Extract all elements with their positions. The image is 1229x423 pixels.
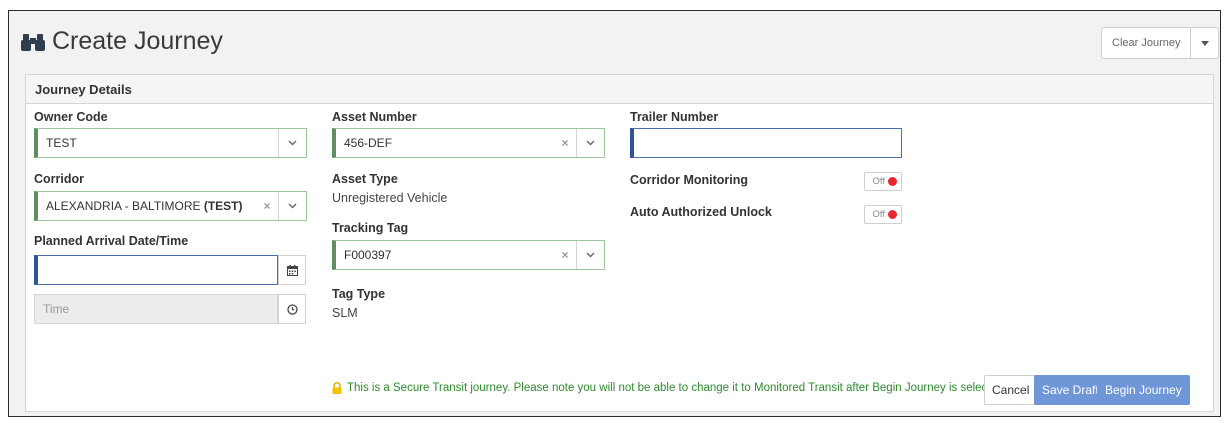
- tracking-tag-dropdown-toggle[interactable]: [576, 241, 604, 269]
- corridor-monitoring-state: Off: [872, 176, 886, 187]
- save-draft-button[interactable]: Save Draft: [1034, 375, 1107, 405]
- tracking-tag-select[interactable]: F000397 ×: [332, 240, 605, 270]
- corridor-label: Corridor: [34, 172, 84, 186]
- trailer-number-input[interactable]: [630, 128, 902, 158]
- clear-journey-group: Clear Journey: [1101, 27, 1220, 59]
- clear-journey-dropdown-toggle[interactable]: [1191, 27, 1220, 59]
- time-button[interactable]: [278, 294, 306, 324]
- owner-code-value: TEST: [46, 136, 77, 150]
- trailer-number-label: Trailer Number: [630, 110, 719, 124]
- page-title-text: Create Journey: [52, 27, 223, 55]
- calendar-icon: [286, 264, 298, 276]
- corridor-monitoring-label: Corridor Monitoring: [630, 173, 749, 187]
- asset-number-select[interactable]: 456-DEF ×: [332, 128, 605, 158]
- cancel-button[interactable]: Cancel: [984, 375, 1038, 405]
- asset-number-dropdown-toggle[interactable]: [576, 129, 604, 157]
- tag-type-label: Tag Type: [332, 287, 386, 301]
- lock-icon: [332, 382, 342, 394]
- chevron-down-icon: [288, 140, 297, 146]
- binoculars-icon: [20, 32, 46, 52]
- corridor-value: ALEXANDRIA - BALTIMORE (TEST): [46, 199, 243, 213]
- caret-down-icon: [1200, 40, 1209, 46]
- chevron-down-icon: [586, 252, 595, 258]
- auto-unlock-state: Off: [872, 209, 886, 220]
- planned-arrival-time-input[interactable]: Time: [34, 294, 278, 324]
- panel-title: Journey Details: [26, 75, 1213, 104]
- calendar-button[interactable]: [278, 255, 306, 285]
- clear-journey-button[interactable]: Clear Journey: [1101, 27, 1192, 59]
- asset-number-value: 456-DEF: [344, 136, 393, 150]
- page-title: Create Journey: [20, 27, 223, 56]
- secure-transit-notice: This is a Secure Transit journey. Please…: [331, 382, 1006, 394]
- tag-type-value: SLM: [332, 306, 358, 320]
- begin-journey-button[interactable]: Begin Journey: [1097, 375, 1190, 405]
- asset-type-value: Unregistered Vehicle: [332, 191, 448, 205]
- planned-arrival-label: Planned Arrival Date/Time: [34, 234, 189, 248]
- tracking-tag-value: F000397: [344, 248, 392, 262]
- auto-unlock-label: Auto Authorized Unlock: [630, 205, 772, 219]
- chevron-down-icon: [586, 140, 595, 146]
- owner-code-dropdown-toggle[interactable]: [278, 129, 306, 157]
- journey-details-panel: Journey Details Owner Code TEST Corridor…: [25, 74, 1214, 412]
- corridor-dropdown-toggle[interactable]: [278, 192, 306, 220]
- corridor-select[interactable]: ALEXANDRIA - BALTIMORE (TEST) ×: [34, 191, 307, 221]
- asset-number-label: Asset Number: [332, 110, 417, 124]
- owner-code-label: Owner Code: [34, 110, 108, 124]
- corridor-monitoring-toggle[interactable]: Off: [864, 172, 902, 191]
- asset-number-clear-icon[interactable]: ×: [554, 136, 576, 150]
- owner-code-select[interactable]: TEST: [34, 128, 307, 158]
- tracking-tag-clear-icon[interactable]: ×: [554, 248, 576, 262]
- tracking-tag-label: Tracking Tag: [332, 221, 409, 235]
- secure-transit-notice-text: This is a Secure Transit journey. Please…: [347, 382, 1007, 394]
- asset-type-label: Asset Type: [332, 172, 398, 186]
- auto-unlock-toggle[interactable]: Off: [864, 205, 902, 224]
- clock-icon: [286, 303, 298, 315]
- toggle-off-dot-icon: [888, 177, 897, 186]
- planned-arrival-date-input[interactable]: [34, 255, 278, 285]
- chevron-down-icon: [288, 203, 297, 209]
- toggle-off-dot-icon: [888, 210, 897, 219]
- corridor-clear-icon[interactable]: ×: [256, 199, 278, 213]
